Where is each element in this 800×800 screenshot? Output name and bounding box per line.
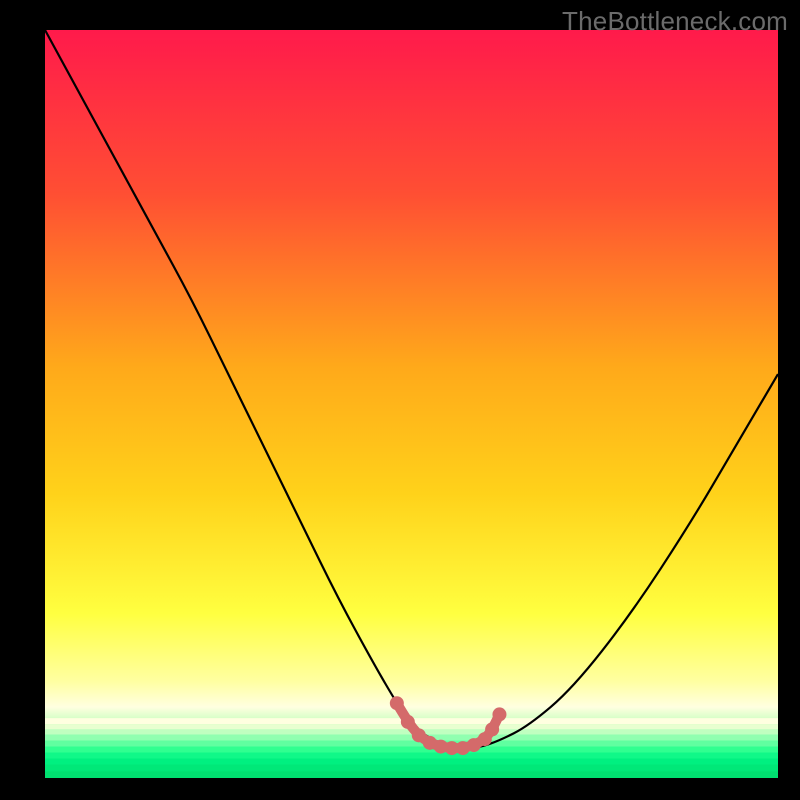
bottleneck-chart bbox=[0, 0, 800, 800]
heatmap-background bbox=[45, 30, 778, 778]
chart-frame: TheBottleneck.com bbox=[0, 0, 800, 800]
